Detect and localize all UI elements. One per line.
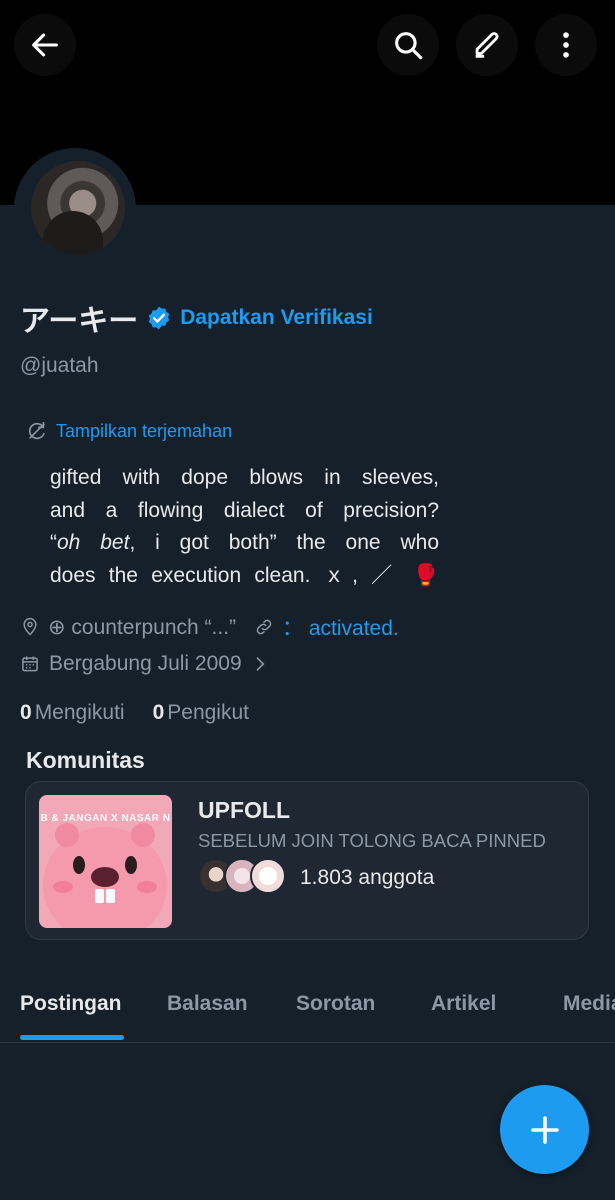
more-vertical-icon bbox=[563, 32, 569, 58]
communities-title: Komunitas bbox=[26, 747, 145, 773]
follow-stats: 0 Mengikuti 0 Pengikut bbox=[20, 701, 249, 725]
followers-stat[interactable]: 0 Pengikut bbox=[153, 701, 249, 725]
show-translation-link[interactable]: Tampilkan terjemahan bbox=[26, 420, 232, 442]
get-verified-link[interactable]: Dapatkan Verifikasi bbox=[180, 306, 373, 330]
edit-profile-button[interactable] bbox=[456, 14, 518, 76]
plus-icon bbox=[530, 1115, 559, 1144]
more-options-button[interactable] bbox=[535, 14, 597, 76]
tab-posts[interactable]: Postingan bbox=[20, 992, 122, 1016]
profile-bio: gifted with dope blows in sleeves, and a… bbox=[50, 462, 439, 592]
compose-post-button[interactable] bbox=[500, 1085, 589, 1174]
active-tab-indicator bbox=[20, 1035, 124, 1040]
website-link[interactable]: ： activated. bbox=[282, 612, 399, 642]
translation-label: Tampilkan terjemahan bbox=[56, 420, 233, 441]
profile-meta-row: ⊕ counterpunch “...” ： activated. bbox=[20, 612, 399, 642]
join-date: Bergabung Juli 2009 bbox=[49, 652, 242, 675]
tab-highlights[interactable]: Sorotan bbox=[296, 992, 375, 1016]
join-date-row[interactable]: Bergabung Juli 2009 bbox=[20, 652, 270, 676]
translate-icon bbox=[28, 421, 45, 440]
community-name: UPFOLL bbox=[198, 797, 290, 823]
arrow-left-icon bbox=[32, 33, 58, 57]
profile-name-row: アーキー Dapatkan Verifikasi bbox=[20, 296, 373, 340]
back-button[interactable] bbox=[14, 14, 76, 76]
community-card[interactable]: B & JANGAN X NASAR N UPFOLL SEBELUM JOIN… bbox=[25, 781, 589, 940]
community-member-count: 1.803 anggota bbox=[300, 866, 435, 889]
pencil-icon bbox=[475, 32, 499, 58]
verified-badge-icon[interactable] bbox=[146, 305, 172, 331]
bio-line: “oh bet, i got both” the one who bbox=[50, 531, 439, 554]
beaver-illustration bbox=[43, 823, 167, 928]
community-description: SEBELUM JOIN TOLONG BACA PINNED bbox=[198, 830, 546, 851]
bio-line: does the execution clean. ｘ, ／ 🥊 bbox=[50, 563, 439, 587]
location-text: ⊕ counterpunch “...” bbox=[48, 615, 237, 639]
bio-line: and a flowing dialect of precision? bbox=[50, 498, 439, 522]
tab-replies[interactable]: Balasan bbox=[167, 992, 248, 1016]
avatar[interactable] bbox=[31, 161, 125, 255]
username-handle: @juatah bbox=[20, 354, 99, 377]
calendar-icon bbox=[22, 656, 38, 672]
link-icon bbox=[256, 619, 272, 635]
community-image: B & JANGAN X NASAR N bbox=[39, 795, 172, 928]
avatar-container[interactable] bbox=[14, 148, 136, 270]
search-icon bbox=[395, 32, 423, 60]
member-avatars bbox=[198, 858, 290, 894]
display-name: アーキー bbox=[20, 305, 139, 338]
bio-line: gifted with dope blows in sleeves, bbox=[50, 466, 439, 489]
chevron-right-icon bbox=[256, 657, 265, 671]
tab-media[interactable]: Media bbox=[563, 992, 615, 1016]
member-avatar bbox=[250, 858, 286, 894]
tab-articles[interactable]: Artikel bbox=[431, 992, 496, 1016]
profile-tabs: Postingan Balasan Sorotan Artikel Media bbox=[0, 975, 615, 1043]
location-pin-icon bbox=[23, 617, 37, 636]
search-button[interactable] bbox=[377, 14, 439, 76]
following-stat[interactable]: 0 Mengikuti bbox=[20, 701, 125, 725]
